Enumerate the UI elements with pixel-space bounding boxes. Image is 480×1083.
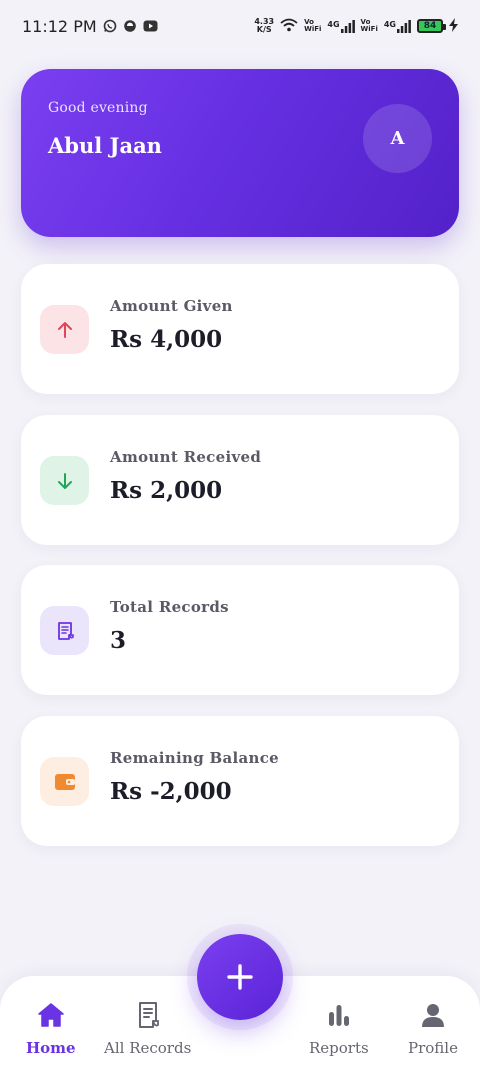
- arrow-down-icon: [40, 456, 89, 505]
- avatar[interactable]: A: [363, 104, 432, 173]
- battery-icon: 84: [417, 19, 446, 33]
- status-bar: 11:12 PM 4.33 K/S Vo WiFi 4G Vo WiFi 4G …: [0, 0, 480, 52]
- youtube-icon: [143, 20, 158, 32]
- stat-label: Total Records: [110, 598, 229, 616]
- stat-label: Remaining Balance: [110, 749, 280, 767]
- nav-home[interactable]: Home: [26, 1000, 76, 1057]
- network-speed: 4.33 K/S: [254, 17, 275, 34]
- status-right: 4.33 K/S Vo WiFi 4G Vo WiFi 4G 84: [254, 18, 458, 34]
- user-icon: [418, 1000, 448, 1030]
- stat-label: Amount Given: [110, 297, 233, 315]
- total-records-card[interactable]: Total Records 3: [21, 565, 459, 695]
- signal-icon-2: 4G: [384, 19, 411, 33]
- charging-icon: [449, 18, 458, 34]
- nav-profile[interactable]: Profile: [408, 1000, 458, 1057]
- stat-value: Rs 4,000: [110, 326, 223, 353]
- home-icon: [36, 1000, 66, 1030]
- nav-all-records[interactable]: All Records: [104, 1000, 191, 1057]
- nav-reports[interactable]: Reports: [309, 1000, 369, 1057]
- receipt-icon: [133, 1000, 163, 1030]
- user-name: Abul Jaan: [48, 133, 162, 158]
- status-time: 11:12 PM: [22, 16, 97, 36]
- receipt-icon: [40, 606, 89, 655]
- remaining-balance-card[interactable]: Remaining Balance Rs -2,000: [21, 716, 459, 846]
- stat-value: 3: [110, 627, 127, 654]
- greeting-card: Good evening Abul Jaan A: [21, 69, 459, 237]
- plus-icon: [227, 964, 253, 990]
- stat-label: Amount Received: [110, 448, 262, 466]
- wifi-icon: [280, 18, 298, 34]
- amount-given-card[interactable]: Amount Given Rs 4,000: [21, 264, 459, 394]
- nav-home-label: Home: [26, 1039, 76, 1057]
- bar-chart-icon: [324, 1000, 354, 1030]
- add-record-button[interactable]: [197, 934, 283, 1020]
- status-left: 11:12 PM: [22, 17, 158, 36]
- volte-label-2: Vo WiFi: [360, 18, 378, 33]
- greeting-text: Good evening: [48, 100, 148, 116]
- stat-value: Rs -2,000: [110, 778, 232, 805]
- stat-value: Rs 2,000: [110, 477, 223, 504]
- wallet-icon: [40, 757, 89, 806]
- volte-label-1: Vo WiFi: [304, 18, 322, 33]
- nav-profile-label: Profile: [408, 1039, 458, 1057]
- whatsapp-icon: [103, 19, 117, 33]
- arrow-up-icon: [40, 305, 89, 354]
- nav-reports-label: Reports: [309, 1039, 369, 1057]
- nav-all-records-label: All Records: [104, 1039, 192, 1057]
- amount-received-card[interactable]: Amount Received Rs 2,000: [21, 415, 459, 545]
- messenger-icon: [123, 19, 137, 33]
- signal-icon-1: 4G: [327, 19, 355, 33]
